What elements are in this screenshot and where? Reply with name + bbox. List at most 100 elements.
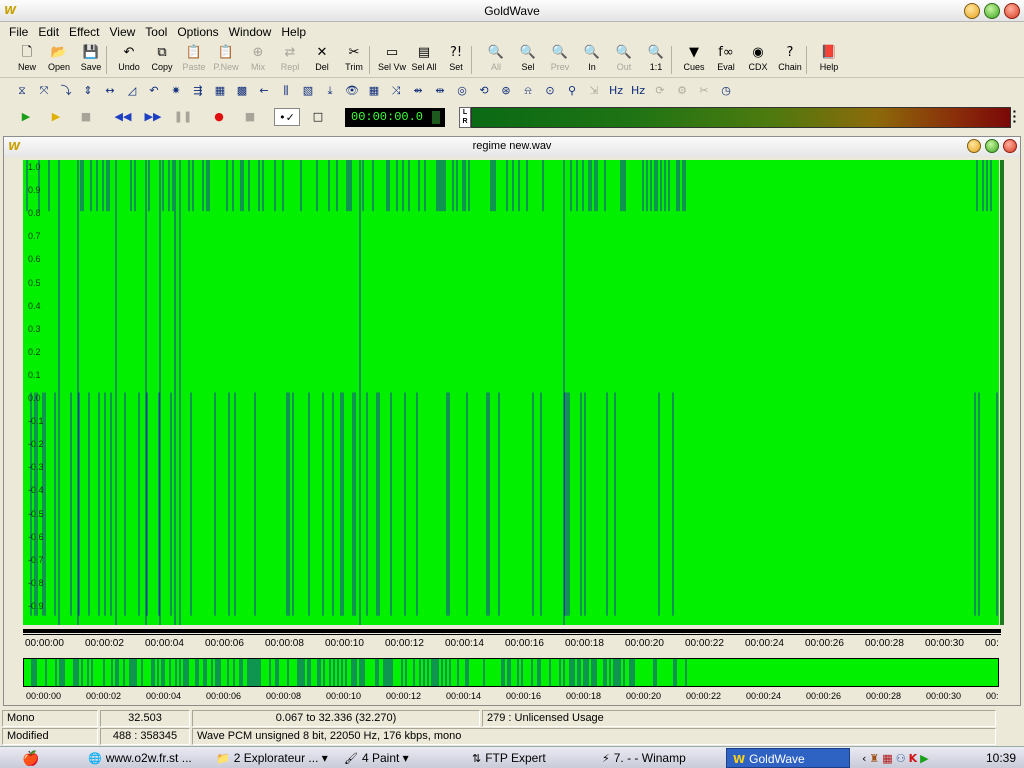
band-reject-icon[interactable]: ⤧	[35, 82, 53, 100]
help-button[interactable]: 📕 Help	[813, 44, 845, 78]
menu-tool[interactable]: Tool	[140, 25, 172, 39]
hz-left-icon[interactable]: Hz	[607, 82, 625, 100]
sel-vw-button[interactable]: ▭ Sel Vw	[376, 44, 408, 78]
doppler-icon[interactable]: 👁	[343, 82, 361, 100]
paste-button[interactable]: 📋 Paste	[178, 44, 210, 78]
sel-button[interactable]: 🔍 Sel	[512, 44, 544, 78]
cues-button[interactable]: ▼ Cues	[678, 44, 710, 78]
open-button[interactable]: 📂 Open	[43, 44, 75, 78]
pause-button[interactable]: ❚❚	[173, 108, 193, 126]
new-button[interactable]: 🗋 New	[11, 44, 43, 78]
time-warp-icon[interactable]: ⟲	[475, 82, 493, 100]
document-minimize-button[interactable]	[967, 139, 981, 153]
document-titlebar[interactable]: W regime new.wav	[4, 137, 1020, 157]
stop-record-button[interactable]: ■	[240, 108, 260, 126]
hz-right-icon[interactable]: Hz	[629, 82, 647, 100]
mechanize-icon[interactable]: ✷	[167, 82, 185, 100]
maximize-button[interactable]	[984, 3, 1000, 19]
silence-reduction-icon[interactable]: ⇹	[431, 82, 449, 100]
play-button[interactable]: ▶	[16, 108, 36, 126]
repl-button[interactable]: ⇄ Repl	[274, 44, 306, 78]
1-1-button[interactable]: 🔍 1:1	[640, 44, 672, 78]
apple-start-icon[interactable]: 🍎	[22, 749, 42, 767]
stop-button[interactable]: ■	[76, 108, 96, 126]
menu-options[interactable]: Options	[172, 25, 223, 39]
document-close-button[interactable]	[1003, 139, 1017, 153]
effect-disabled-1-icon[interactable]: ⟳	[651, 82, 669, 100]
task-goldwave[interactable]: W GoldWave	[726, 748, 850, 768]
auto-gain-icon[interactable]: ⧖	[13, 82, 31, 100]
copy-button[interactable]: ⧉ Copy	[146, 44, 178, 78]
volume-icon[interactable]: ⊛	[497, 82, 515, 100]
mix-button[interactable]: ⊕ Mix	[242, 44, 274, 78]
echo-icon[interactable]: ↔	[101, 82, 119, 100]
noise-reduction-icon[interactable]: ▧	[299, 82, 317, 100]
set-button[interactable]: ?! Set	[440, 44, 472, 78]
menu-file[interactable]: File	[4, 25, 33, 39]
menu-edit[interactable]: Edit	[33, 25, 64, 39]
menu-view[interactable]: View	[105, 25, 141, 39]
task-explorer[interactable]: 📁 2 Explorateur ... ▾	[210, 748, 338, 768]
eval-button[interactable]: f∞ Eval	[710, 44, 742, 78]
minimize-button[interactable]	[964, 3, 980, 19]
play-selection-button[interactable]: ▶	[46, 108, 66, 126]
window-square-button[interactable]: □	[308, 108, 328, 126]
tray-play-icon[interactable]: ▶	[920, 752, 928, 765]
reverse-icon[interactable]: ←	[255, 82, 273, 100]
pan-icon[interactable]: ▦	[365, 82, 383, 100]
out-button[interactable]: 🔍 Out	[608, 44, 640, 78]
time-ruler[interactable]: 00:00:00 00:00:02 00:00:04 00:00:06 00:00:08…	[23, 629, 1001, 653]
p-new-button[interactable]: 📋 P.New	[210, 44, 242, 78]
chain-button[interactable]: ? Chain	[774, 44, 806, 78]
dynamics-icon[interactable]: ⇕	[79, 82, 97, 100]
document-maximize-button[interactable]	[985, 139, 999, 153]
sel-all-button[interactable]: ▤ Sel All	[408, 44, 440, 78]
menu-effect[interactable]: Effect	[64, 25, 104, 39]
tray-network-icon[interactable]: ⚇	[896, 752, 906, 765]
fade-icon[interactable]: ◿	[123, 82, 141, 100]
cdx-button[interactable]: ◉ CDX	[742, 44, 774, 78]
waveform-scroll-edge[interactable]	[1000, 160, 1004, 625]
in-button[interactable]: 🔍 In	[576, 44, 608, 78]
reverb-icon[interactable]: ⇴	[409, 82, 427, 100]
menu-window[interactable]: Window	[224, 25, 277, 39]
lowpass-icon[interactable]: ⇲	[585, 82, 603, 100]
close-button[interactable]	[1004, 3, 1020, 19]
compressor-icon[interactable]: ⤵	[57, 82, 75, 100]
trim-button[interactable]: ✂ Trim	[338, 44, 370, 78]
equalizer-icon[interactable]: ⇶	[189, 82, 207, 100]
transport-options-button[interactable]: •✓	[274, 108, 300, 126]
overview-waveform[interactable]	[23, 658, 999, 687]
playback-rate-icon[interactable]: ◎	[453, 82, 471, 100]
task-paint[interactable]: 🖌 4 Paint ▾	[338, 748, 462, 768]
app-titlebar[interactable]: W GoldWave	[0, 0, 1024, 22]
fast-forward-button[interactable]: ▶▶	[140, 108, 166, 126]
tray-app2-icon[interactable]: ▦	[882, 752, 892, 765]
effect-disabled-3-icon[interactable]: ✂	[695, 82, 713, 100]
all-button[interactable]: 🔍 All	[480, 44, 512, 78]
pitch-icon[interactable]: ⤨	[387, 82, 405, 100]
task-browser[interactable]: 🌐 www.o2w.fr.st ...	[82, 748, 202, 768]
pop-click-icon[interactable]: ⤓	[321, 82, 339, 100]
tray-app1-icon[interactable]: ♜	[869, 752, 879, 765]
tray-arrow-icon[interactable]: ‹	[862, 752, 866, 765]
offset-icon[interactable]: ⊙	[541, 82, 559, 100]
level-meter-handle[interactable]: ▪ ▪ ▪	[1013, 108, 1019, 127]
menu-help[interactable]: Help	[276, 25, 311, 39]
waveform-view[interactable]	[23, 160, 999, 625]
effect-disabled-2-icon[interactable]: ⚙	[673, 82, 691, 100]
prev-button[interactable]: 🔍 Prev	[544, 44, 576, 78]
undo-button[interactable]: ↶ Undo	[113, 44, 145, 78]
resample-icon[interactable]: ⫼	[277, 82, 295, 100]
spectrum-filter-icon[interactable]: ▦	[211, 82, 229, 100]
task-ftp[interactable]: ⇅ FTP Expert	[466, 748, 592, 768]
del-button[interactable]: ✕ Del	[306, 44, 338, 78]
zoom-effect-icon[interactable]: ⚲	[563, 82, 581, 100]
record-button[interactable]: ●	[209, 108, 229, 126]
clock-icon[interactable]: ◷	[717, 82, 735, 100]
tray-k-icon[interactable]: K	[909, 752, 918, 765]
volume-shape-icon[interactable]: ⍾	[519, 82, 537, 100]
save-button[interactable]: 💾 Save	[75, 44, 107, 78]
rewind-button[interactable]: ◀◀	[110, 108, 136, 126]
task-winamp[interactable]: ⚡ 7. - - Winamp	[596, 748, 722, 768]
